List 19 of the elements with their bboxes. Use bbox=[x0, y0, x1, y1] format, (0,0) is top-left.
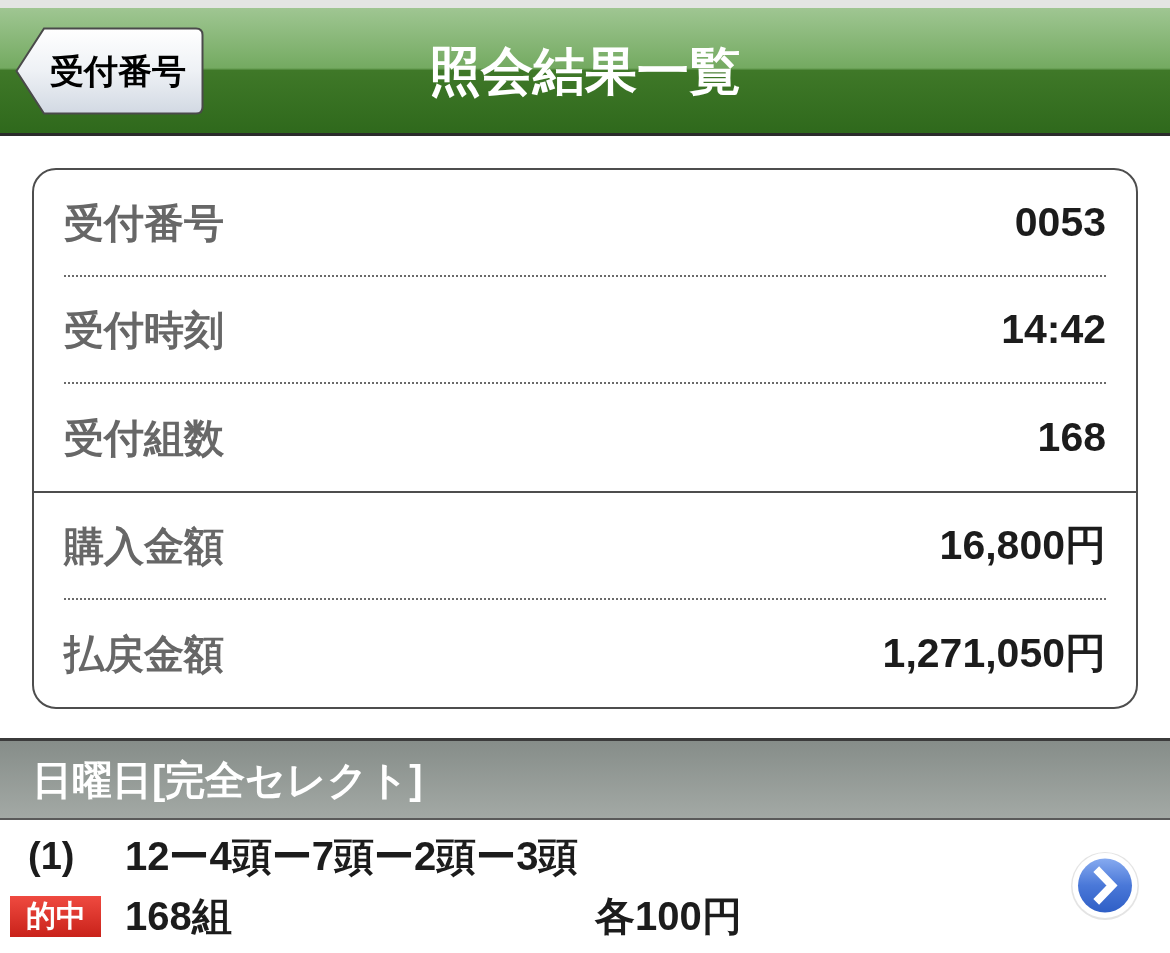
field-value: 1,271,050円 bbox=[882, 633, 1106, 674]
unit-price: 各100円 bbox=[595, 893, 742, 940]
chevron-right-circle-icon[interactable] bbox=[1070, 851, 1140, 921]
field-value: 168 bbox=[1037, 417, 1106, 458]
back-button[interactable]: 受付番号 bbox=[15, 26, 204, 115]
field-label: 払戻金額 bbox=[64, 633, 224, 674]
field-label: 受付組数 bbox=[64, 417, 224, 458]
field-value: 16,800円 bbox=[939, 525, 1106, 566]
field-value: 0053 bbox=[1014, 202, 1106, 243]
field-label: 購入金額 bbox=[64, 525, 224, 566]
hit-badge: 的中 bbox=[10, 895, 101, 937]
section-title: 日曜日[完全セレクト] bbox=[32, 759, 423, 800]
field-label: 受付時刻 bbox=[64, 309, 224, 350]
bet-combination: 12ー4頭ー7頭ー2頭ー3頭 bbox=[125, 833, 579, 880]
combination-count: 168組 bbox=[125, 893, 232, 940]
field-label: 受付番号 bbox=[64, 202, 224, 243]
field-value: 14:42 bbox=[1001, 309, 1106, 350]
page-title: 照会結果一覧 bbox=[429, 44, 741, 97]
entry-number: (1) bbox=[28, 834, 75, 879]
